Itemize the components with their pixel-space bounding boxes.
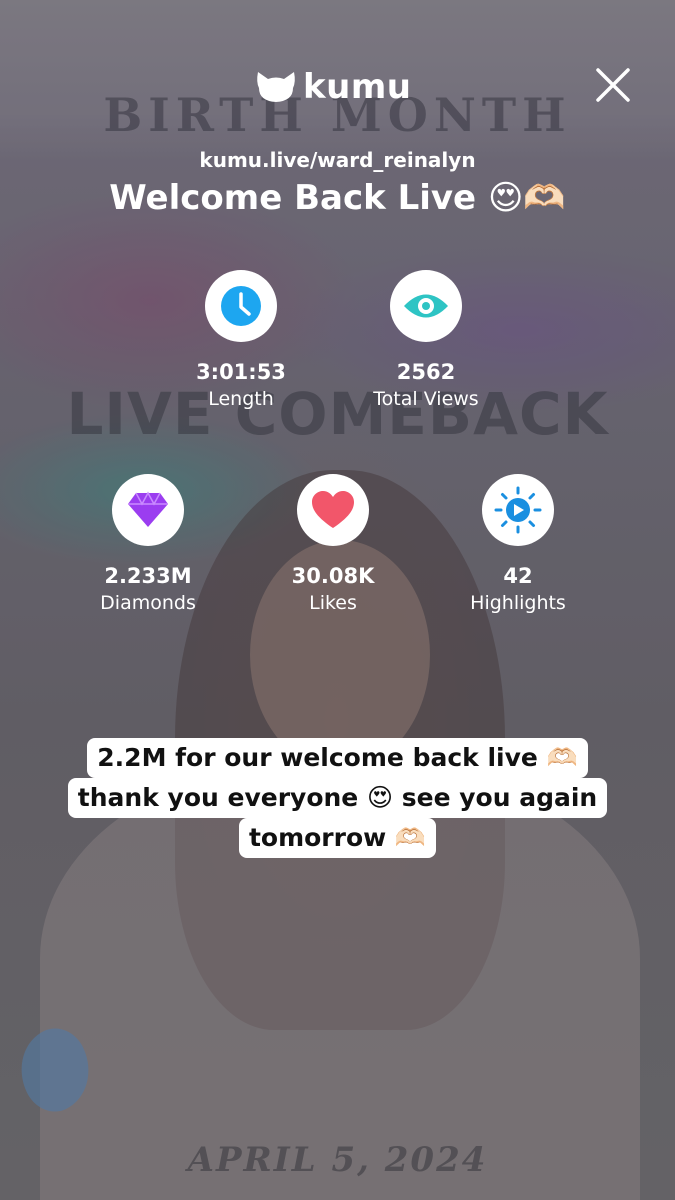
length-value: 3:01:53 <box>196 360 286 384</box>
caption-line-3: tomorrow 🫶🏻 <box>238 818 437 858</box>
highlights-icon-circle <box>482 474 554 546</box>
highlights-icon <box>494 486 542 534</box>
heart-icon <box>312 491 354 528</box>
length-label: Length <box>208 388 274 410</box>
diamond-icon-circle <box>112 474 184 546</box>
stat-length: 3:01:53 Length <box>161 270 321 410</box>
highlights-value: 42 <box>503 564 533 588</box>
eye-icon <box>404 294 448 318</box>
eye-icon-circle <box>390 270 462 342</box>
caption-line-2: thank you everyone 😍 see you again <box>67 778 608 818</box>
stream-title: Welcome Back Live 😍🫶🏻 <box>109 178 566 218</box>
diamonds-label: Diamonds <box>100 592 196 614</box>
stat-highlights: 42 Highlights <box>438 474 598 614</box>
highlights-label: Highlights <box>470 592 566 614</box>
total-views-value: 2562 <box>396 360 456 384</box>
kumu-logo-icon <box>257 72 295 102</box>
clock-icon <box>221 286 261 326</box>
likes-value: 30.08K <box>291 564 375 588</box>
stat-total-views: 2562 Total Views <box>346 270 506 410</box>
close-button[interactable] <box>594 66 632 104</box>
total-views-label: Total Views <box>373 388 479 410</box>
heart-icon-circle <box>297 474 369 546</box>
stat-likes: 30.08K Likes <box>253 474 413 614</box>
likes-label: Likes <box>309 592 357 614</box>
clock-icon-circle <box>205 270 277 342</box>
diamond-icon <box>128 491 168 527</box>
close-icon <box>596 68 630 102</box>
brand-name: kumu <box>303 67 412 107</box>
story-caption: 2.2M for our welcome back live 🫶🏻 thank … <box>0 738 675 858</box>
header: kumu <box>0 62 675 112</box>
diamonds-value: 2.233M <box>104 564 192 588</box>
caption-line-1: 2.2M for our welcome back live 🫶🏻 <box>87 738 588 778</box>
stream-url[interactable]: kumu.live/ward_reinalyn <box>0 148 675 172</box>
kumu-logo: kumu <box>255 62 411 112</box>
stat-diamonds: 2.233M Diamonds <box>68 474 228 614</box>
